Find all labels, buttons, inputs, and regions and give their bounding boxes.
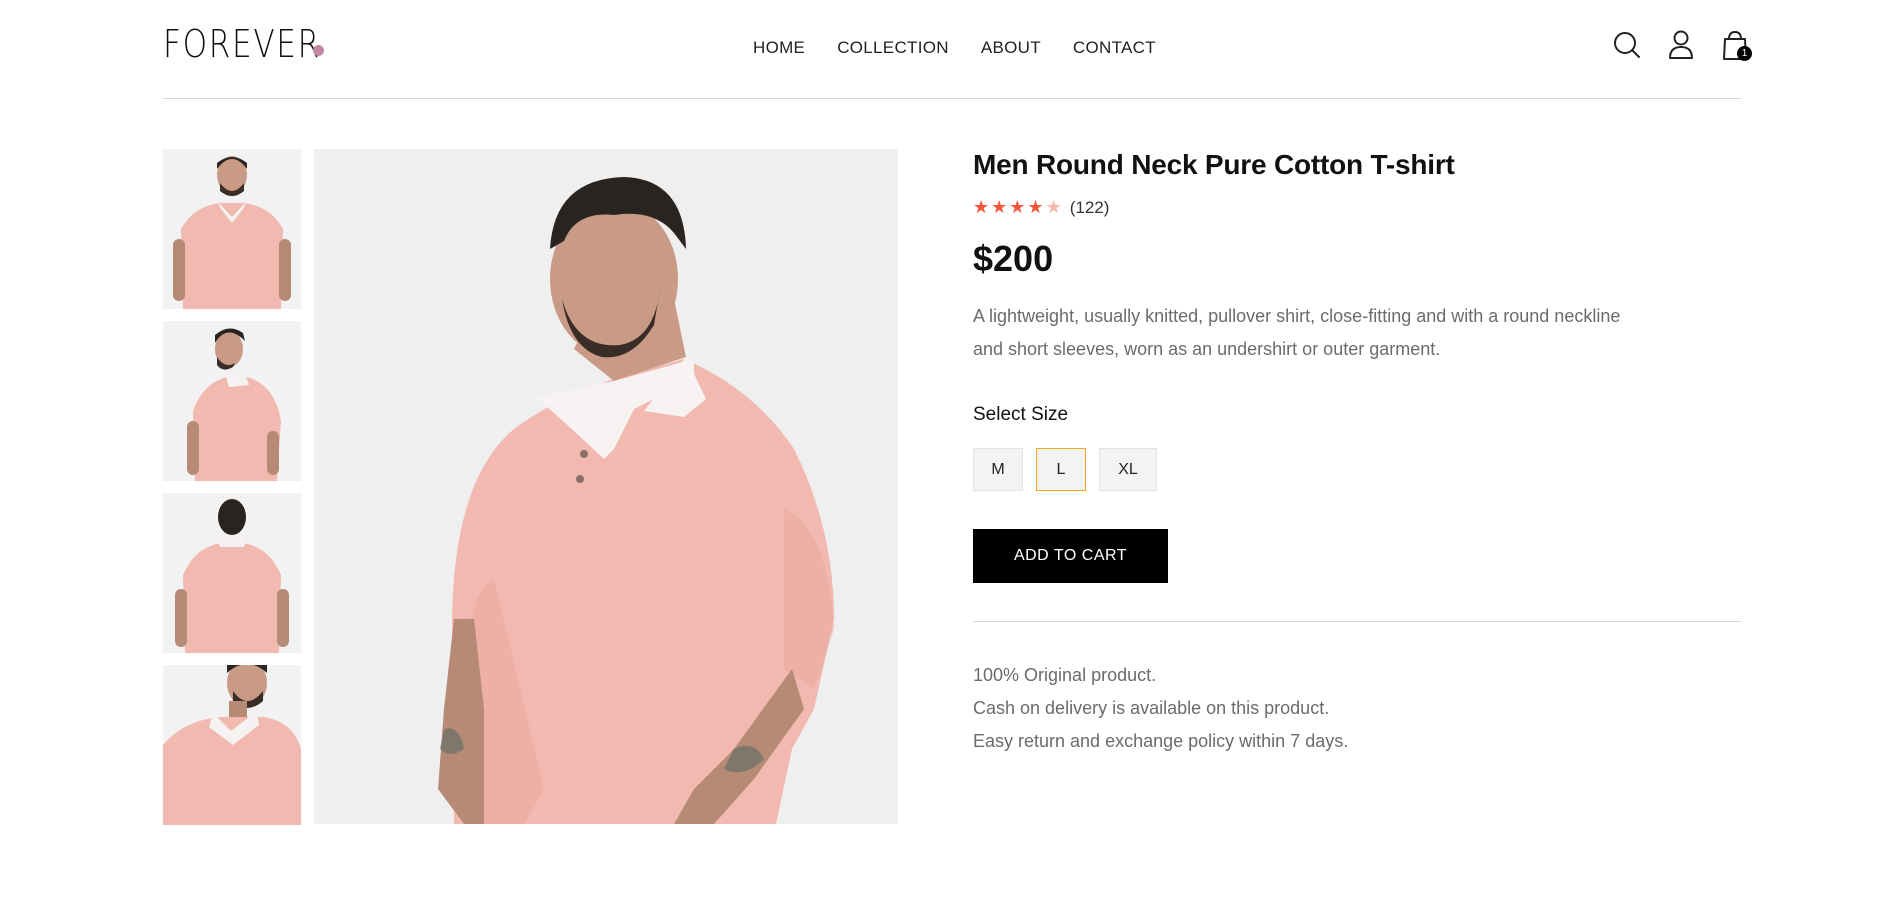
nav-collection[interactable]: COLLECTION: [837, 38, 949, 58]
nav-contact[interactable]: CONTACT: [1073, 38, 1156, 58]
cart-count-badge: 1: [1737, 46, 1752, 61]
size-button-l[interactable]: L: [1036, 448, 1086, 491]
product-policies: 100% Original product. Cash on delivery …: [973, 659, 1741, 758]
star-icon: ★: [1027, 197, 1044, 217]
product-info: Men Round Neck Pure Cotton T-shirt ★ ★ ★…: [973, 149, 1741, 758]
product-title: Men Round Neck Pure Cotton T-shirt: [973, 149, 1455, 180]
brand-logo[interactable]: FOREVER: [163, 22, 321, 66]
product-price: $200: [973, 238, 1054, 279]
policy-item: Cash on delivery is available on this pr…: [973, 698, 1330, 718]
nav-home[interactable]: HOME: [753, 38, 805, 58]
star-empty-icon: ★: [1045, 197, 1062, 217]
star-icon: ★: [1009, 197, 1026, 217]
header-icons: 1: [1571, 28, 1752, 64]
thumbnail-side[interactable]: [163, 321, 301, 481]
product-description: A lightweight, usually knitted, pullover…: [973, 306, 1621, 359]
nav-about[interactable]: ABOUT: [981, 38, 1041, 58]
policy-item: Easy return and exchange policy within 7…: [973, 731, 1349, 751]
policy-item: 100% Original product.: [973, 665, 1157, 685]
shopping-bag-icon[interactable]: 1: [1719, 28, 1752, 62]
divider: [973, 621, 1741, 622]
user-icon[interactable]: [1665, 28, 1697, 62]
size-button-xl[interactable]: XL: [1099, 448, 1157, 491]
thumbnail-back[interactable]: [163, 493, 301, 653]
main-nav: HOME COLLECTION ABOUT CONTACT: [753, 38, 1188, 58]
thumbnail-gallery: [163, 149, 301, 837]
thumbnail-front[interactable]: [163, 149, 301, 309]
select-size-label: Select Size: [973, 404, 1069, 425]
product-rating: ★ ★ ★ ★ ★ (122): [973, 197, 1741, 218]
review-count: (122): [1069, 197, 1110, 217]
star-icon: ★: [973, 197, 990, 217]
size-button-m[interactable]: M: [973, 448, 1023, 491]
site-header: FOREVER HOME COLLECTION ABOUT CONTACT 1: [163, 0, 1752, 99]
star-icon: ★: [991, 197, 1008, 217]
logo-dot: [313, 45, 324, 56]
main-product-image[interactable]: [314, 149, 898, 824]
thumbnail-closeup[interactable]: [163, 665, 301, 825]
size-selector: M L XL: [973, 448, 1741, 491]
search-icon[interactable]: [1611, 28, 1643, 62]
add-to-cart-button[interactable]: ADD TO CART: [973, 529, 1168, 583]
